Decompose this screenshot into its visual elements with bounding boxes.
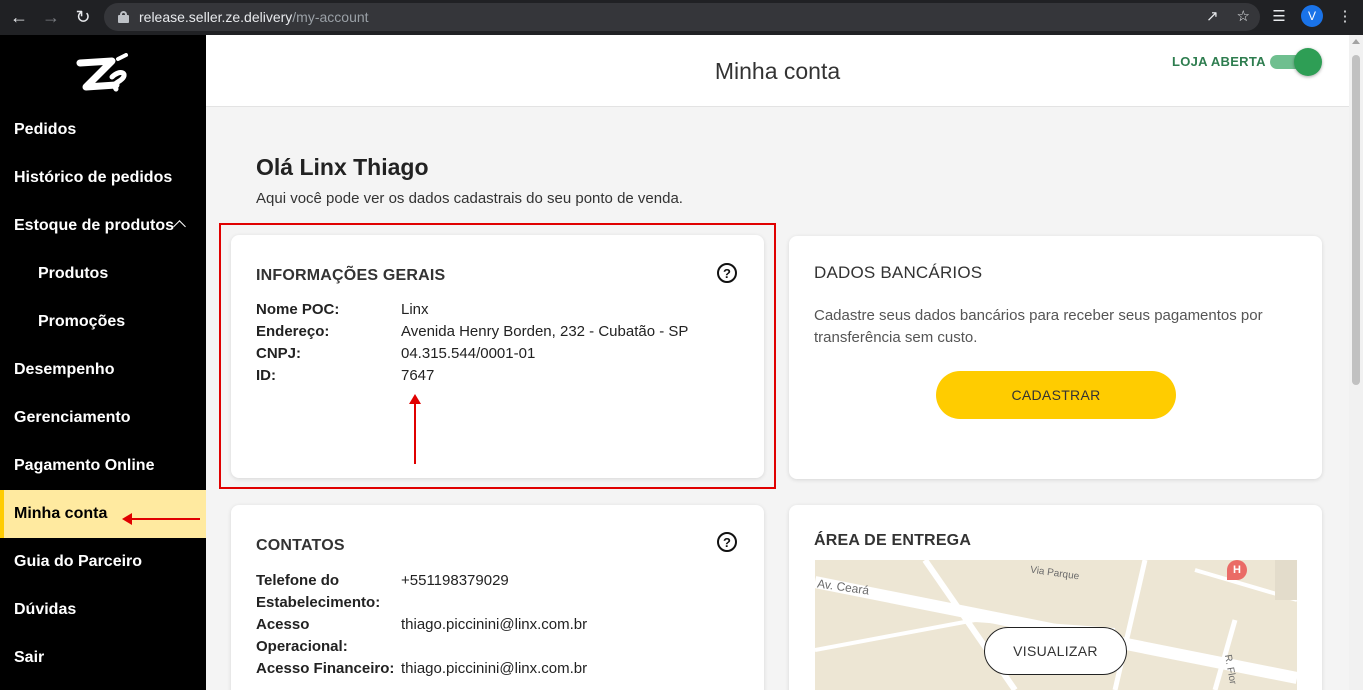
media-control-icon[interactable]: ☰ bbox=[1269, 7, 1289, 25]
page-header: Minha conta LOJA ABERTA bbox=[206, 35, 1349, 107]
info-label: Acesso Operacional: bbox=[256, 614, 401, 658]
address-bar[interactable]: release.seller.ze.delivery/my-account ↗ … bbox=[104, 3, 1260, 31]
sidebar-item-label: Dúvidas bbox=[14, 601, 77, 618]
url-host: release.seller.ze.delivery bbox=[139, 9, 293, 25]
sidebar-item-sair[interactable]: Sair bbox=[0, 634, 206, 682]
bookmark-star-icon[interactable]: ☆ bbox=[1237, 7, 1250, 25]
view-delivery-area-button[interactable]: VISUALIZAR bbox=[984, 627, 1127, 675]
sidebar-item-label: Guia do Parceiro bbox=[14, 553, 143, 570]
back-arrow-icon[interactable]: ← bbox=[6, 5, 32, 31]
info-value: thiago.piccinini@linx.com.br bbox=[401, 616, 588, 633]
sidebar-item-minha-conta[interactable]: Minha conta bbox=[0, 490, 206, 538]
sidebar-item-guia-parceiro[interactable]: Guia do Parceiro bbox=[0, 538, 206, 586]
info-label: Telefone do Estabelecimento: bbox=[256, 570, 401, 614]
info-label-part: Telefone do bbox=[256, 572, 340, 589]
sidebar-item-estoque[interactable]: Estoque de produtos bbox=[0, 202, 206, 250]
bank-text-line: transferência sem custo. bbox=[814, 329, 978, 346]
sidebar-item-desempenho[interactable]: Desempenho bbox=[0, 346, 206, 394]
profile-avatar[interactable]: V bbox=[1301, 5, 1323, 27]
greeting-heading: Olá Linx Thiago bbox=[256, 154, 429, 180]
sidebar-item-label: Promoções bbox=[38, 313, 126, 330]
register-bank-button[interactable]: CADASTRAR bbox=[936, 371, 1176, 419]
bank-data-title: DADOS BANCÁRIOS bbox=[814, 263, 983, 282]
store-status-label: LOJA ABERTA bbox=[1172, 54, 1266, 69]
hospital-pin-icon[interactable]: H bbox=[1227, 560, 1247, 580]
lock-icon bbox=[118, 11, 129, 23]
greeting-subtitle: Aqui você pode ver os dados cadastrais d… bbox=[256, 190, 683, 207]
scroll-up-icon[interactable] bbox=[1352, 39, 1360, 44]
bank-data-description: Cadastre seus dados bancários para receb… bbox=[814, 305, 1263, 349]
sidebar-item-label: Produtos bbox=[38, 265, 109, 282]
sidebar-item-gerenciamento[interactable]: Gerenciamento bbox=[0, 394, 206, 442]
sidebar-item-label: Estoque de produtos bbox=[14, 217, 174, 234]
bank-data-card: DADOS BANCÁRIOS Cadastre seus dados banc… bbox=[789, 236, 1322, 479]
contacts-title: CONTATOS bbox=[256, 537, 345, 554]
browser-toolbar: ← → ↻ release.seller.ze.delivery/my-acco… bbox=[0, 0, 1363, 35]
contacts-card: CONTATOS ? Telefone do Estabelecimento: +… bbox=[231, 505, 764, 690]
delivery-area-title: ÁREA DE ENTREGA bbox=[814, 532, 972, 549]
more-menu-icon[interactable]: ⋮ bbox=[1335, 7, 1355, 25]
reload-icon[interactable]: ↻ bbox=[70, 5, 96, 31]
page-scrollbar[interactable] bbox=[1349, 35, 1363, 690]
sidebar-item-pedidos[interactable]: Pedidos bbox=[0, 106, 206, 154]
sidebar-item-label: Pedidos bbox=[14, 121, 77, 138]
sidebar-item-pagamento-online[interactable]: Pagamento Online bbox=[0, 442, 206, 490]
sidebar-item-label: Sair bbox=[14, 649, 45, 666]
info-label-part: Acesso bbox=[256, 616, 310, 633]
sidebar-item-label: Gerenciamento bbox=[14, 409, 131, 426]
sidebar-item-label: Pagamento Online bbox=[14, 457, 155, 474]
annotation-arrow-up bbox=[409, 394, 421, 464]
sidebar-item-label: Desempenho bbox=[14, 361, 115, 378]
sidebar-item-label: Histórico de pedidos bbox=[14, 169, 173, 186]
info-value: +551198379029 bbox=[401, 572, 509, 589]
url-path: /my-account bbox=[292, 9, 369, 25]
info-label: Acesso Financeiro: bbox=[256, 660, 395, 677]
sidebar-item-promocoes[interactable]: Promoções bbox=[0, 298, 206, 346]
ze-logo bbox=[76, 53, 128, 92]
sidebar-item-produtos[interactable]: Produtos bbox=[0, 250, 206, 298]
share-icon[interactable]: ↗ bbox=[1206, 7, 1219, 25]
sidebar-item-historico[interactable]: Histórico de pedidos bbox=[0, 154, 206, 202]
annotation-arrow-left bbox=[122, 513, 200, 525]
info-value: thiago.piccinini@linx.com.br bbox=[401, 660, 588, 677]
sidebar-item-duvidas[interactable]: Dúvidas bbox=[0, 586, 206, 634]
info-label-part: Estabelecimento: bbox=[256, 594, 381, 611]
chevron-up-icon[interactable] bbox=[173, 220, 186, 233]
sidebar: Pedidos Histórico de pedidos Estoque de … bbox=[0, 35, 206, 690]
bank-text-line: Cadastre seus dados bancários para receb… bbox=[814, 307, 1263, 324]
scroll-thumb[interactable] bbox=[1352, 55, 1360, 385]
store-open-toggle[interactable] bbox=[1270, 47, 1324, 76]
info-label-part: Operacional: bbox=[256, 638, 348, 655]
sidebar-item-label: Minha conta bbox=[14, 505, 108, 522]
annotation-highlight-box bbox=[219, 223, 776, 489]
forward-arrow-icon[interactable]: → bbox=[38, 5, 64, 31]
help-icon[interactable]: ? bbox=[717, 532, 737, 552]
